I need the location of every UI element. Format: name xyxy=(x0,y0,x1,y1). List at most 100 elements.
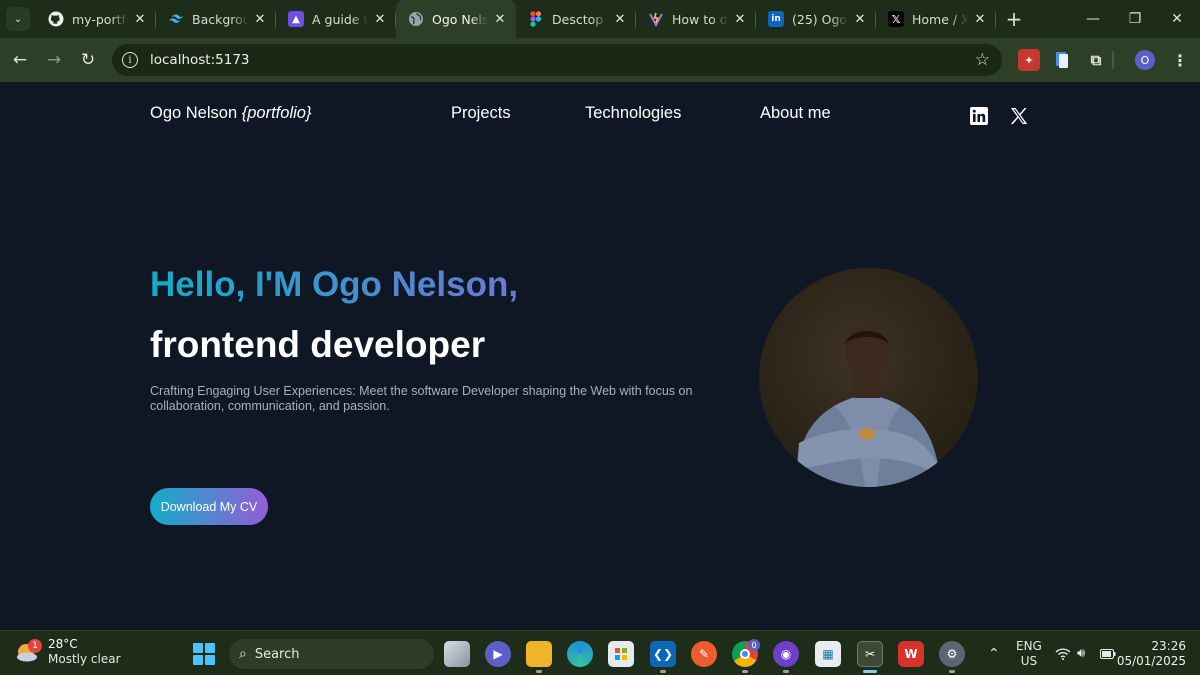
weather-moon-icon: 1 xyxy=(14,639,42,663)
close-tab-icon[interactable]: ✕ xyxy=(972,11,988,27)
close-window-button[interactable]: ✕ xyxy=(1154,0,1200,38)
reader-extension-icon[interactable] xyxy=(1051,49,1073,71)
github-icon xyxy=(48,11,64,27)
show-hidden-icons-chevron[interactable]: ⌃ xyxy=(988,631,1000,675)
extensions-puzzle-icon[interactable]: ⧉ xyxy=(1085,49,1107,71)
tab-title: Ogo Nelson xyxy=(432,11,488,27)
file-explorer-icon[interactable] xyxy=(526,641,552,667)
back-button[interactable]: ← xyxy=(3,43,37,77)
running-indicator xyxy=(742,670,748,673)
snipping-tool-icon[interactable]: ✂ xyxy=(857,641,883,667)
close-tab-icon[interactable]: ✕ xyxy=(852,11,868,27)
rocket-icon: ▲ xyxy=(288,11,304,27)
x-icon: 𝕏 xyxy=(888,11,904,27)
system-clock[interactable]: 23:26 05/01/2025 xyxy=(1117,639,1186,669)
tab-search-button[interactable]: ⌄ xyxy=(6,7,30,31)
search-icon: ⌕ xyxy=(239,646,247,662)
settings-gear-icon[interactable]: ⚙ xyxy=(939,641,965,667)
x-twitter-icon[interactable] xyxy=(1009,106,1029,126)
taskbar-search-box[interactable]: ⌕ Search xyxy=(229,639,434,669)
globe-icon xyxy=(408,11,424,27)
hero-greeting: Hello, I'M Ogo Nelson, xyxy=(150,265,519,304)
close-tab-icon[interactable]: ✕ xyxy=(732,11,748,27)
bookmark-star-icon[interactable]: ☆ xyxy=(975,50,990,70)
nav-technologies-link[interactable]: Technologies xyxy=(585,104,681,123)
volume-icon[interactable]: 🔊︎ xyxy=(1077,631,1085,675)
postman-icon[interactable]: ✎ xyxy=(691,641,717,667)
address-bar[interactable]: i localhost:5173 ☆ xyxy=(112,44,1002,76)
menu-kebab-icon[interactable]: ⋮ xyxy=(1169,49,1191,71)
tailwind-icon xyxy=(168,11,184,27)
linkedin-icon[interactable] xyxy=(969,106,989,126)
tab-title: my-portfolio xyxy=(72,11,128,27)
weather-widget[interactable]: 1 28°C Mostly clear xyxy=(14,637,121,667)
battery-icon[interactable] xyxy=(1100,631,1116,675)
tab-title: How to do xyxy=(672,11,728,27)
close-tab-icon[interactable]: ✕ xyxy=(372,11,388,27)
clock-time: 23:26 xyxy=(1151,639,1186,653)
arrow-right-icon: → xyxy=(46,50,62,70)
logo-tag: {portfolio} xyxy=(241,104,312,122)
tab-a-guide-to[interactable]: ▲ A guide to ✕ xyxy=(276,0,396,38)
browser-toolbar: ← → ↻ i localhost:5173 ☆ ✦ ⧉ xyxy=(0,38,1200,82)
site-logo[interactable]: Ogo Nelson {portfolio} xyxy=(150,104,311,123)
language-top: ENG xyxy=(1016,638,1042,653)
tab-how-to-do[interactable]: How to do ✕ xyxy=(636,0,756,38)
language-indicator[interactable]: ENG US xyxy=(1016,631,1042,675)
vscode-icon[interactable]: ❮❯ xyxy=(650,641,676,667)
profile-photo xyxy=(759,268,978,487)
windows-taskbar: 1 28°C Mostly clear ⌕ Search ▶ ❮❯ ✎ 0 ◉ … xyxy=(0,630,1200,675)
tab-linkedin[interactable]: in (25) Ogo N ✕ xyxy=(756,0,876,38)
reload-button[interactable]: ↻ xyxy=(71,43,105,77)
search-label: Search xyxy=(254,646,300,662)
edge-icon[interactable] xyxy=(567,641,593,667)
profile-avatar[interactable]: O xyxy=(1135,50,1155,70)
extension-icon[interactable]: ✦ xyxy=(1018,49,1040,71)
tab-background[interactable]: Background ✕ xyxy=(156,0,276,38)
linkedin-icon: in xyxy=(768,11,784,27)
download-cv-button[interactable]: Download My CV xyxy=(150,488,268,525)
nav-about-link[interactable]: About me xyxy=(760,104,831,123)
vite-icon xyxy=(648,11,664,27)
minimize-button[interactable]: — xyxy=(1070,0,1116,38)
wps-office-icon[interactable]: W xyxy=(898,641,924,667)
nav-projects-link[interactable]: Projects xyxy=(451,104,511,123)
close-tab-icon[interactable]: ✕ xyxy=(252,11,268,27)
chevron-down-icon: ⌄ xyxy=(13,13,23,25)
tab-my-portfolio[interactable]: my-portfolio ✕ xyxy=(36,0,156,38)
close-tab-icon[interactable]: ✕ xyxy=(612,11,628,27)
url-text[interactable]: localhost:5173 xyxy=(150,52,250,68)
hero-role: frontend developer xyxy=(150,324,486,365)
running-indicator xyxy=(949,670,955,673)
site-info-icon[interactable]: i xyxy=(122,52,138,68)
active-indicator xyxy=(863,670,877,673)
tab-home-x[interactable]: 𝕏 Home / X ✕ xyxy=(876,0,996,38)
logo-name: Ogo Nelson xyxy=(150,104,238,122)
tab-title: (25) Ogo N xyxy=(792,11,848,27)
browser-tab-strip: ⌄ my-portfolio ✕ Background ✕ ▲ A guide … xyxy=(0,0,1200,38)
wifi-icon[interactable] xyxy=(1055,631,1071,675)
github-desktop-icon[interactable]: ◉ xyxy=(773,641,799,667)
chrome-profile-badge: 0 xyxy=(748,639,760,651)
forward-button[interactable]: → xyxy=(37,43,71,77)
tab-title: Home / X xyxy=(912,11,968,27)
clock-date: 05/01/2025 xyxy=(1116,654,1186,668)
new-tab-button[interactable]: + xyxy=(1000,5,1028,33)
document-app-icon[interactable]: ▦ xyxy=(815,641,841,667)
tab-ogo-nelson[interactable]: Ogo Nelson ✕ xyxy=(396,0,516,38)
tab-title: Desctop fo xyxy=(552,11,608,27)
close-tab-icon[interactable]: ✕ xyxy=(132,11,148,27)
teams-chat-icon[interactable]: ▶ xyxy=(485,641,511,667)
store-icon[interactable] xyxy=(608,641,634,667)
tab-title: A guide to xyxy=(312,11,368,27)
task-view-icon[interactable] xyxy=(444,641,470,667)
running-indicator xyxy=(783,670,789,673)
restore-button[interactable]: ❐ xyxy=(1112,0,1158,38)
portfolio-page: Ogo Nelson {portfolio} Projects Technolo… xyxy=(0,82,1200,630)
windows-start-icon[interactable] xyxy=(193,643,215,665)
tab-title: Background xyxy=(192,11,248,27)
tab-desctop[interactable]: Desctop fo ✕ xyxy=(516,0,636,38)
weather-temp: 28°C xyxy=(48,637,78,651)
language-bottom: US xyxy=(1020,653,1038,668)
close-tab-icon[interactable]: ✕ xyxy=(492,11,508,27)
